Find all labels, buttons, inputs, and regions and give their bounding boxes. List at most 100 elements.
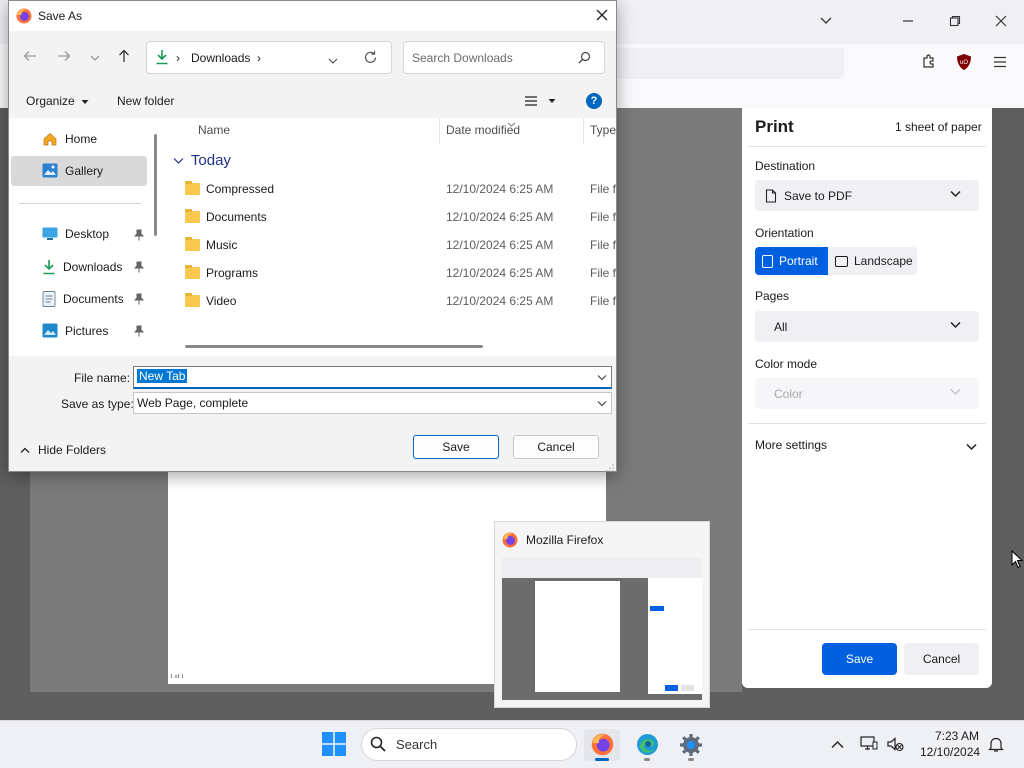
minimize-window-button[interactable] [898, 12, 918, 32]
address-history-chevron-icon[interactable] [328, 54, 338, 68]
save-button[interactable]: Save [413, 435, 499, 459]
notification-bell-icon[interactable] [988, 736, 1004, 756]
caret-down-icon [81, 94, 89, 108]
view-options-icon[interactable] [524, 95, 556, 110]
file-type: File fo [590, 238, 616, 252]
taskbar-search-box[interactable] [361, 728, 577, 761]
navigation-scrollbar[interactable] [154, 134, 157, 236]
app-menu-hamburger-icon[interactable] [989, 53, 1011, 75]
divider [748, 423, 986, 424]
help-icon[interactable]: ? [586, 93, 602, 109]
recent-locations-chevron-icon[interactable] [86, 49, 104, 66]
tree-item-gallery[interactable]: Gallery [42, 163, 103, 178]
landscape-toggle[interactable]: Landscape [828, 247, 917, 275]
file-date: 12/10/2024 6:25 AM [446, 210, 554, 224]
document-icon [765, 188, 777, 203]
tree-item-pictures[interactable]: Pictures [42, 323, 108, 338]
list-item[interactable]: Compressed [185, 181, 275, 196]
orientation-label: Orientation [755, 226, 814, 240]
running-app-indicator [688, 758, 694, 761]
address-bar[interactable] [146, 41, 392, 74]
column-separator[interactable] [583, 118, 584, 144]
chevron-down-icon[interactable] [966, 440, 977, 454]
tree-item-label: Gallery [65, 163, 104, 178]
chevron-down-icon [173, 152, 184, 169]
list-item[interactable]: Programs [185, 265, 258, 280]
list-all-tabs-chevron-icon[interactable] [816, 12, 836, 32]
search-placeholder: Search Downloads [412, 51, 513, 65]
thumbnail-title: Mozilla Firefox [526, 533, 604, 547]
extensions-icon[interactable] [918, 53, 940, 75]
back-arrow-icon[interactable] [21, 49, 39, 66]
color-mode-select[interactable]: Color [755, 378, 979, 409]
column-separator[interactable] [439, 118, 440, 144]
new-folder-button[interactable]: New folder [117, 94, 174, 108]
save-type-label: Save as type: [61, 397, 134, 411]
pin-icon [133, 325, 145, 340]
cancel-button[interactable]: Cancel [513, 435, 599, 459]
resize-grip-icon[interactable] [606, 461, 614, 475]
pages-value: All [774, 319, 788, 334]
file-name-label: File name: [74, 371, 131, 385]
list-item[interactable]: Documents [185, 209, 267, 224]
settings-gear-icon [679, 733, 703, 760]
network-icon[interactable] [860, 735, 878, 754]
hide-folders-toggle[interactable]: Hide Folders [20, 443, 106, 457]
download-icon [155, 49, 169, 68]
restore-window-button[interactable] [945, 12, 965, 32]
destination-select[interactable]: Save to PDF [755, 180, 979, 211]
file-name: Compressed [206, 182, 275, 196]
url-bar[interactable] [612, 48, 844, 79]
clock-time[interactable]: 7:23 AM [935, 729, 979, 743]
more-settings-toggle[interactable]: More settings [755, 438, 827, 452]
search-icon[interactable] [578, 51, 591, 67]
windows-start-icon[interactable] [322, 732, 346, 759]
pin-icon [133, 261, 145, 276]
firefox-logo-icon [502, 532, 518, 551]
pin-icon [133, 229, 145, 244]
hide-folders-label: Hide Folders [38, 443, 107, 457]
chevron-down-icon[interactable] [597, 399, 607, 410]
up-arrow-icon[interactable] [115, 49, 133, 67]
taskbar-search-label: Search [396, 737, 438, 752]
show-hidden-icons-chevron-icon[interactable] [831, 738, 844, 752]
list-item[interactable]: Music [185, 237, 237, 252]
chevron-down-icon[interactable] [597, 373, 607, 384]
window-thumbnail-image [502, 558, 702, 700]
forward-arrow-icon[interactable] [55, 49, 73, 66]
file-date: 12/10/2024 6:25 AM [446, 238, 554, 252]
volume-muted-icon[interactable] [886, 736, 904, 755]
documents-icon [42, 291, 56, 307]
file-name-value[interactable]: New Tab [137, 369, 188, 383]
refresh-icon[interactable] [363, 50, 378, 68]
tree-item-desktop[interactable]: Desktop [42, 227, 109, 241]
group-header-today[interactable]: Today [173, 152, 231, 169]
chevron-down-icon [950, 387, 961, 399]
sheet-count: 1 sheet of paper [895, 120, 982, 134]
close-icon[interactable] [592, 5, 612, 26]
color-mode-label: Color mode [755, 357, 818, 371]
tree-item-label: Home [65, 132, 98, 146]
tree-item-downloads[interactable]: Downloads [42, 259, 122, 275]
file-name-input[interactable] [133, 366, 612, 389]
file-date: 12/10/2024 6:25 AM [446, 182, 554, 196]
ublock-origin-icon[interactable]: uO [953, 53, 975, 75]
column-header-date[interactable]: Date modified [446, 123, 520, 137]
clock-date[interactable]: 12/10/2024 [920, 745, 980, 759]
mouse-cursor-icon [1011, 549, 1024, 572]
pictures-icon [42, 323, 58, 338]
horizontal-scrollbar[interactable] [185, 345, 483, 348]
tree-item-documents[interactable]: Documents [42, 291, 124, 307]
print-cancel-button[interactable]: Cancel [904, 643, 979, 675]
column-header-name[interactable]: Name [198, 123, 230, 137]
organize-menu[interactable]: Organize [26, 94, 89, 108]
pages-select[interactable]: All [755, 311, 979, 342]
list-item[interactable]: Video [185, 293, 236, 308]
print-save-button[interactable]: Save [822, 643, 897, 675]
breadcrumb-downloads[interactable]: Downloads [191, 51, 250, 65]
portrait-toggle[interactable]: Portrait [755, 247, 828, 275]
close-window-button[interactable] [991, 12, 1011, 32]
column-header-type[interactable]: Type [590, 123, 616, 137]
tree-item-home[interactable]: Home [42, 131, 97, 147]
save-type-value: Web Page, complete [137, 396, 249, 410]
